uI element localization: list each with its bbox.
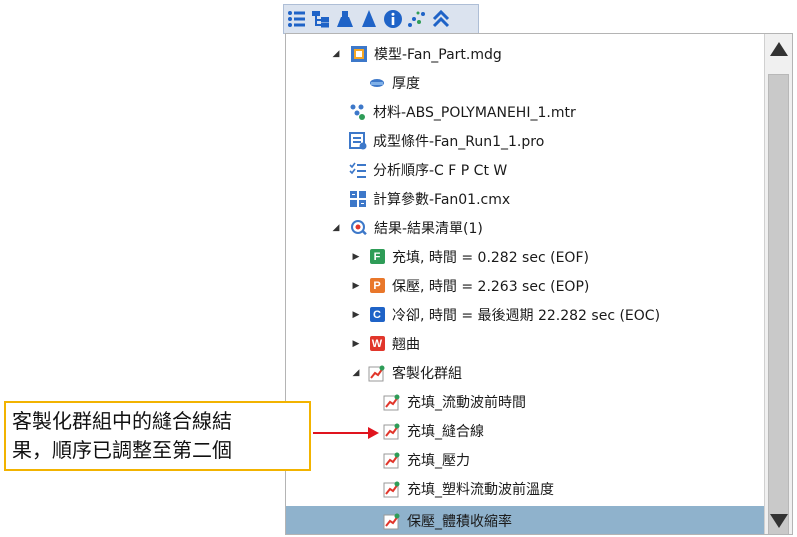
result-tree-panel: ◢ 模型-Fan_Part.mdg 厚度 材料-ABS_POLYMANEHI_1… (285, 33, 793, 535)
fill-badge: F (369, 249, 385, 264)
cone-icon[interactable] (358, 7, 380, 31)
callout-box: 客製化群組中的縫合線結 果，順序已調整至第二個 (4, 401, 311, 471)
tree-item-label: 結果-結果清單(1) (374, 220, 483, 237)
collapsed-triangle-icon[interactable]: ▶ (350, 251, 362, 263)
warp-badge-icon: W (368, 335, 386, 353)
tree-item-fill-flow-front-time[interactable]: 充填_流動波前時間 (286, 387, 764, 416)
chart-result-icon (383, 422, 401, 440)
scrollbar-thumb[interactable] (768, 74, 789, 534)
tree-item-model[interactable]: ◢ 模型-Fan_Part.mdg (286, 39, 764, 68)
tree-item-label: 材料-ABS_POLYMANEHI_1.mtr (373, 104, 576, 121)
chart-result-icon (383, 393, 401, 411)
callout-line-1: 客製化群組中的縫合線結 (12, 409, 232, 433)
tree-item-warp[interactable]: ▶ W 翹曲 (286, 329, 764, 358)
cool-badge-icon: C (368, 306, 386, 324)
tree-icon[interactable] (310, 7, 332, 31)
tree-item-label: 客製化群組 (392, 365, 462, 382)
tree-item-fill[interactable]: ▶ F 充填, 時間 = 0.282 sec (EOF) (286, 242, 764, 271)
collapsed-triangle-icon[interactable]: ▶ (350, 280, 362, 292)
tree-item-label: 翹曲 (392, 336, 420, 353)
scroll-up-arrow-icon[interactable] (768, 38, 790, 60)
tree-item-label: 保壓_體積收縮率 (407, 513, 512, 530)
tree-item-label: 分析順序-C F P Ct W (373, 162, 508, 179)
expanded-triangle-icon[interactable]: ◢ (330, 222, 342, 234)
tree-item-label: 充填_壓力 (407, 452, 470, 469)
tree-item-pack[interactable]: ▶ P 保壓, 時間 = 2.263 sec (EOP) (286, 271, 764, 300)
scroll-down-arrow-icon[interactable] (768, 510, 790, 532)
process-icon (349, 131, 367, 150)
thickness-icon (368, 74, 386, 92)
tree-item-label: 厚度 (392, 75, 420, 92)
tree-item-sequence[interactable]: 分析順序-C F P Ct W (286, 155, 764, 184)
tree-item-process[interactable]: 成型條件-Fan_Run1_1.pro (286, 126, 764, 155)
result-tree: ◢ 模型-Fan_Part.mdg 厚度 材料-ABS_POLYMANEHI_1… (286, 34, 764, 534)
expanded-triangle-icon[interactable]: ◢ (350, 367, 362, 379)
chart-result-icon (383, 512, 401, 530)
collapsed-triangle-icon[interactable]: ▶ (350, 309, 362, 321)
tree-item-fill-weld-line[interactable]: 充填_縫合線 (286, 416, 764, 445)
tree-item-label: 充填_塑料流動波前溫度 (407, 481, 554, 498)
tree-item-thickness[interactable]: 厚度 (286, 68, 764, 97)
fill-badge-icon: F (368, 248, 386, 266)
tree-item-label: 模型-Fan_Part.mdg (374, 46, 502, 63)
warp-badge: W (369, 336, 385, 351)
callout-arrow-head-icon (368, 427, 379, 439)
tree-item-results[interactable]: ◢ 結果-結果清單(1) (286, 213, 764, 242)
result-icon (350, 219, 368, 237)
pack-badge: P (369, 278, 385, 293)
tree-item-label: 充填_縫合線 (407, 423, 484, 440)
tree-item-pack-volumetric-shrinkage[interactable]: 保壓_體積收縮率 (286, 506, 764, 534)
calculator-icon (349, 190, 367, 208)
collapse-up-icon[interactable] (430, 7, 452, 31)
expanded-triangle-icon[interactable]: ◢ (330, 48, 342, 60)
scatter-icon[interactable] (406, 7, 428, 31)
tree-item-label: 成型條件-Fan_Run1_1.pro (373, 133, 545, 150)
tree-item-material[interactable]: 材料-ABS_POLYMANEHI_1.mtr (286, 97, 764, 126)
callout-line-2: 果，順序已調整至第二個 (12, 438, 232, 462)
toolbar (283, 4, 479, 34)
collapsed-triangle-icon[interactable]: ▶ (350, 338, 362, 350)
cool-badge: C (369, 307, 385, 322)
tree-item-label: 充填, 時間 = 0.282 sec (EOF) (392, 249, 589, 266)
tree-item-label: 充填_流動波前時間 (407, 394, 526, 411)
tree-item-label: 冷卻, 時間 = 最後週期 22.282 sec (EOC) (392, 307, 661, 324)
sequence-icon (349, 161, 367, 179)
callout-arrow-line (313, 432, 371, 434)
pack-badge-icon: P (368, 277, 386, 295)
tree-item-label: 計算參數-Fan01.cmx (373, 191, 511, 208)
material-icon (349, 103, 367, 121)
tree-item-calculation[interactable]: 計算參數-Fan01.cmx (286, 184, 764, 213)
tree-item-custom-group[interactable]: ◢ 客製化群組 (286, 358, 764, 387)
chart-result-icon (383, 480, 401, 498)
custom-group-icon (368, 364, 386, 382)
tree-item-label: 保壓, 時間 = 2.263 sec (EOP) (392, 278, 590, 295)
info-icon[interactable] (382, 7, 404, 31)
tree-item-cool[interactable]: ▶ C 冷卻, 時間 = 最後週期 22.282 sec (EOC) (286, 300, 764, 329)
tree-item-fill-pressure[interactable]: 充填_壓力 (286, 445, 764, 474)
model-icon (350, 45, 368, 63)
mold-icon[interactable] (334, 7, 356, 31)
chart-result-icon (383, 451, 401, 469)
vertical-scrollbar[interactable] (764, 34, 792, 534)
tree-item-fill-melt-front-temperature[interactable]: 充填_塑料流動波前溫度 (286, 474, 764, 503)
list-icon[interactable] (286, 7, 308, 31)
